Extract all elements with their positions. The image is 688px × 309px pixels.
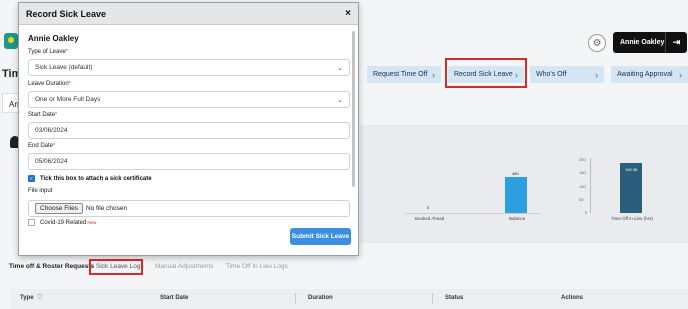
table-header: Type ⛉ Start Date Duration Status Actions <box>10 289 688 309</box>
tab-time-off-in-lieu-logs[interactable]: Time Off In Lieu Logs <box>226 263 288 270</box>
file-input-label: File input <box>28 188 53 194</box>
chart-y-axis <box>590 158 591 213</box>
tab-label: Who's Off <box>536 71 567 78</box>
end-date-value: 05/06/2024 <box>35 158 68 165</box>
column-actions: Actions <box>561 295 584 301</box>
leave-duration-value: One or More Full Days <box>35 96 101 103</box>
chevron-right-icon: › <box>595 69 598 80</box>
tab-label: Request Time Off <box>373 71 428 78</box>
highlight-box-sick-logs <box>89 259 143 275</box>
sick-certificate-label: Tick this box to attach a sick certifica… <box>40 175 152 182</box>
end-date-input[interactable]: 05/06/2024 <box>28 153 350 170</box>
start-date-input[interactable]: 03/06/2024 <box>28 122 350 139</box>
type-of-leave-select[interactable]: Sick Leave (default) ⌄ <box>28 59 350 76</box>
axis-tick: 0 <box>585 210 588 215</box>
column-start-date[interactable]: Start Date <box>160 295 188 301</box>
chevron-down-icon: ⌄ <box>337 96 343 104</box>
chart-baseline <box>405 213 540 214</box>
choose-files-button[interactable]: Choose Files <box>35 203 83 214</box>
sort-divider <box>432 293 433 304</box>
file-input[interactable]: Choose Files No file chosen <box>28 200 350 217</box>
axis-tick: 100 <box>579 184 586 189</box>
bar-label-lieu: Time Off in Lieu (hrs) <box>611 216 654 221</box>
end-date-label: End Date* <box>28 143 55 149</box>
axis-tick: 50 <box>579 197 584 202</box>
bar-value-lieu: 190.38 <box>625 167 638 172</box>
employee-name: Annie Oakley <box>28 34 79 43</box>
axis-tick: 200 <box>579 157 586 162</box>
covid-checkbox[interactable] <box>28 219 35 226</box>
axis-tick: 150 <box>579 170 586 175</box>
leave-duration-label: Leave Duration* <box>28 81 71 87</box>
bar-value-balance: 480 <box>512 171 519 176</box>
user-name: Annie Oakley <box>620 39 665 46</box>
tab-whos-off[interactable]: Who's Off › <box>530 66 604 83</box>
record-sick-leave-modal: Record Sick Leave × Annie Oakley Type of… <box>18 2 359 256</box>
modal-title: Record Sick Leave <box>26 8 107 19</box>
close-icon[interactable]: × <box>345 8 351 19</box>
chevron-right-icon: › <box>432 69 435 80</box>
modal-scrollbar[interactable] <box>352 31 355 187</box>
tab-label: Awaiting Approval <box>617 71 673 78</box>
submit-sick-leave-button[interactable]: Submit Sick Leave <box>290 228 351 245</box>
covid-row[interactable]: Covid-19 Related New <box>28 219 96 226</box>
logout-button[interactable]: ⇥ <box>665 32 687 53</box>
sort-divider <box>295 293 296 304</box>
new-badge: New <box>87 220 97 225</box>
column-duration[interactable]: Duration <box>308 295 333 301</box>
bar-label-balance: Balance <box>509 216 526 221</box>
tab-time-off-roster-requests[interactable]: Time off & Roster Requests <box>9 263 94 270</box>
tab-manual-adjustments[interactable]: Manual Adjustments <box>155 263 214 270</box>
gear-icon: ⚙ <box>592 37 602 49</box>
leave-duration-select[interactable]: One or More Full Days ⌄ <box>28 91 350 108</box>
type-of-leave-label: Type of Leave* <box>28 49 68 55</box>
column-status[interactable]: Status <box>445 295 463 301</box>
bar-balance <box>505 177 527 213</box>
start-date-label: Start Date* <box>28 112 57 118</box>
sick-certificate-checkbox[interactable]: ✓ <box>28 175 35 182</box>
covid-label: Covid-19 Related <box>40 219 87 226</box>
column-type[interactable]: Type ⛉ <box>20 295 42 302</box>
highlight-box-record <box>445 58 527 88</box>
app-logo <box>4 33 18 49</box>
filter-icon[interactable]: ⛉ <box>38 295 43 301</box>
tab-request-time-off[interactable]: Request Time Off › <box>367 66 441 83</box>
start-date-value: 03/06/2024 <box>35 127 68 134</box>
bar-label-booked: Booked Ahead <box>415 216 445 221</box>
logout-icon: ⇥ <box>672 37 681 47</box>
chevron-right-icon: › <box>679 69 682 80</box>
modal-body: Annie Oakley Type of Leave* Sick Leave (… <box>19 26 358 255</box>
sick-certificate-row[interactable]: ✓ Tick this box to attach a sick certifi… <box>28 175 152 182</box>
file-status: No file chosen <box>85 205 128 212</box>
user-menu[interactable]: Annie Oakley ⇥ <box>613 32 687 53</box>
type-of-leave-value: Sick Leave (default) <box>35 64 93 71</box>
chevron-down-icon: ⌄ <box>337 64 343 72</box>
tab-awaiting-approval[interactable]: Awaiting Approval › <box>611 66 688 83</box>
bar-value-booked: 0 <box>427 205 430 210</box>
modal-header: Record Sick Leave × <box>19 3 358 25</box>
settings-button[interactable]: ⚙ <box>588 34 606 52</box>
